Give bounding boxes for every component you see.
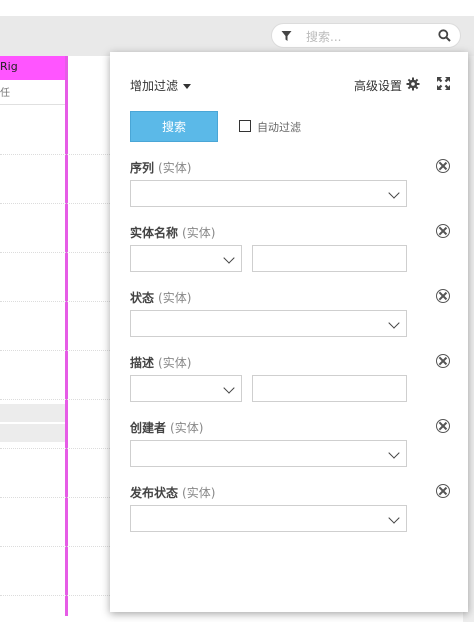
gear-icon[interactable] bbox=[406, 77, 420, 91]
description-operator-select[interactable] bbox=[130, 375, 242, 402]
table-row bbox=[0, 424, 65, 442]
description-input[interactable] bbox=[252, 375, 407, 402]
table-row bbox=[0, 203, 110, 205]
remove-circle-icon[interactable] bbox=[436, 484, 450, 498]
remove-circle-icon[interactable] bbox=[436, 224, 450, 238]
chevron-down-icon bbox=[388, 447, 400, 459]
entity-suffix: (实体) bbox=[182, 226, 216, 240]
field-label-sequence: 序列 (实体) bbox=[130, 159, 191, 176]
auto-filter-checkbox[interactable] bbox=[239, 120, 251, 132]
remove-circle-icon[interactable] bbox=[436, 354, 450, 368]
search-icon[interactable] bbox=[438, 29, 451, 42]
table-row bbox=[0, 595, 110, 597]
table-row bbox=[0, 399, 110, 401]
entity-suffix: (实体) bbox=[158, 291, 192, 305]
field-name: 状态 bbox=[130, 291, 155, 305]
sequence-select[interactable] bbox=[130, 180, 407, 207]
table-row bbox=[0, 497, 110, 499]
field-name: 发布状态 bbox=[130, 486, 179, 500]
table-row bbox=[0, 154, 110, 156]
search-input[interactable] bbox=[304, 27, 433, 46]
creator-select[interactable] bbox=[130, 440, 407, 467]
chevron-down-icon bbox=[223, 382, 235, 394]
entity-name-operator-select[interactable] bbox=[130, 245, 242, 272]
entity-name-input[interactable] bbox=[252, 245, 407, 272]
chevron-down-icon bbox=[388, 187, 400, 199]
remove-circle-icon[interactable] bbox=[436, 419, 450, 433]
auto-filter-label: 自动过滤 bbox=[257, 121, 301, 134]
filter-icon[interactable] bbox=[281, 30, 292, 42]
remove-circle-icon[interactable] bbox=[436, 159, 450, 173]
field-label-entity-name: 实体名称 (实体) bbox=[130, 224, 215, 241]
column-subheader: 任 bbox=[0, 80, 66, 105]
chevron-down-icon bbox=[223, 252, 235, 264]
field-label-description: 描述 (实体) bbox=[130, 354, 191, 371]
field-label-publish-status: 发布状态 (实体) bbox=[130, 484, 215, 501]
field-name: 创建者 bbox=[130, 421, 167, 435]
table-row bbox=[0, 301, 110, 303]
table-row bbox=[0, 546, 110, 548]
status-select[interactable] bbox=[130, 310, 407, 337]
entity-suffix: (实体) bbox=[170, 421, 204, 435]
field-name: 序列 bbox=[130, 161, 155, 175]
column-header[interactable]: Rig bbox=[0, 56, 66, 80]
chevron-down-icon bbox=[388, 512, 400, 524]
remove-circle-icon[interactable] bbox=[436, 289, 450, 303]
table-row bbox=[0, 252, 110, 254]
publish-status-select[interactable] bbox=[130, 505, 407, 532]
entity-suffix: (实体) bbox=[158, 161, 192, 175]
search-box[interactable] bbox=[271, 23, 461, 48]
table-row bbox=[0, 404, 65, 422]
column-highlight-line bbox=[65, 56, 68, 616]
entity-suffix: (实体) bbox=[158, 356, 192, 370]
caret-down-icon bbox=[183, 84, 192, 89]
search-button[interactable]: 搜索 bbox=[130, 111, 218, 142]
table-row bbox=[0, 448, 110, 450]
field-name: 实体名称 bbox=[130, 226, 179, 240]
field-label-status: 状态 (实体) bbox=[130, 289, 191, 306]
add-filter-label: 增加过滤 bbox=[130, 79, 179, 93]
chevron-down-icon bbox=[388, 317, 400, 329]
advanced-settings-link[interactable]: 高级设置 bbox=[354, 77, 402, 94]
field-name: 描述 bbox=[130, 356, 155, 370]
filter-panel: 增加过滤 高级设置 搜索 自动过滤 序列 (实体) 实体名称 (实体) 状态 (… bbox=[110, 52, 468, 612]
add-filter-dropdown[interactable]: 增加过滤 bbox=[130, 77, 192, 94]
table-row bbox=[0, 350, 110, 352]
expand-icon[interactable] bbox=[437, 77, 450, 90]
entity-suffix: (实体) bbox=[182, 486, 216, 500]
field-label-creator: 创建者 (实体) bbox=[130, 419, 203, 436]
